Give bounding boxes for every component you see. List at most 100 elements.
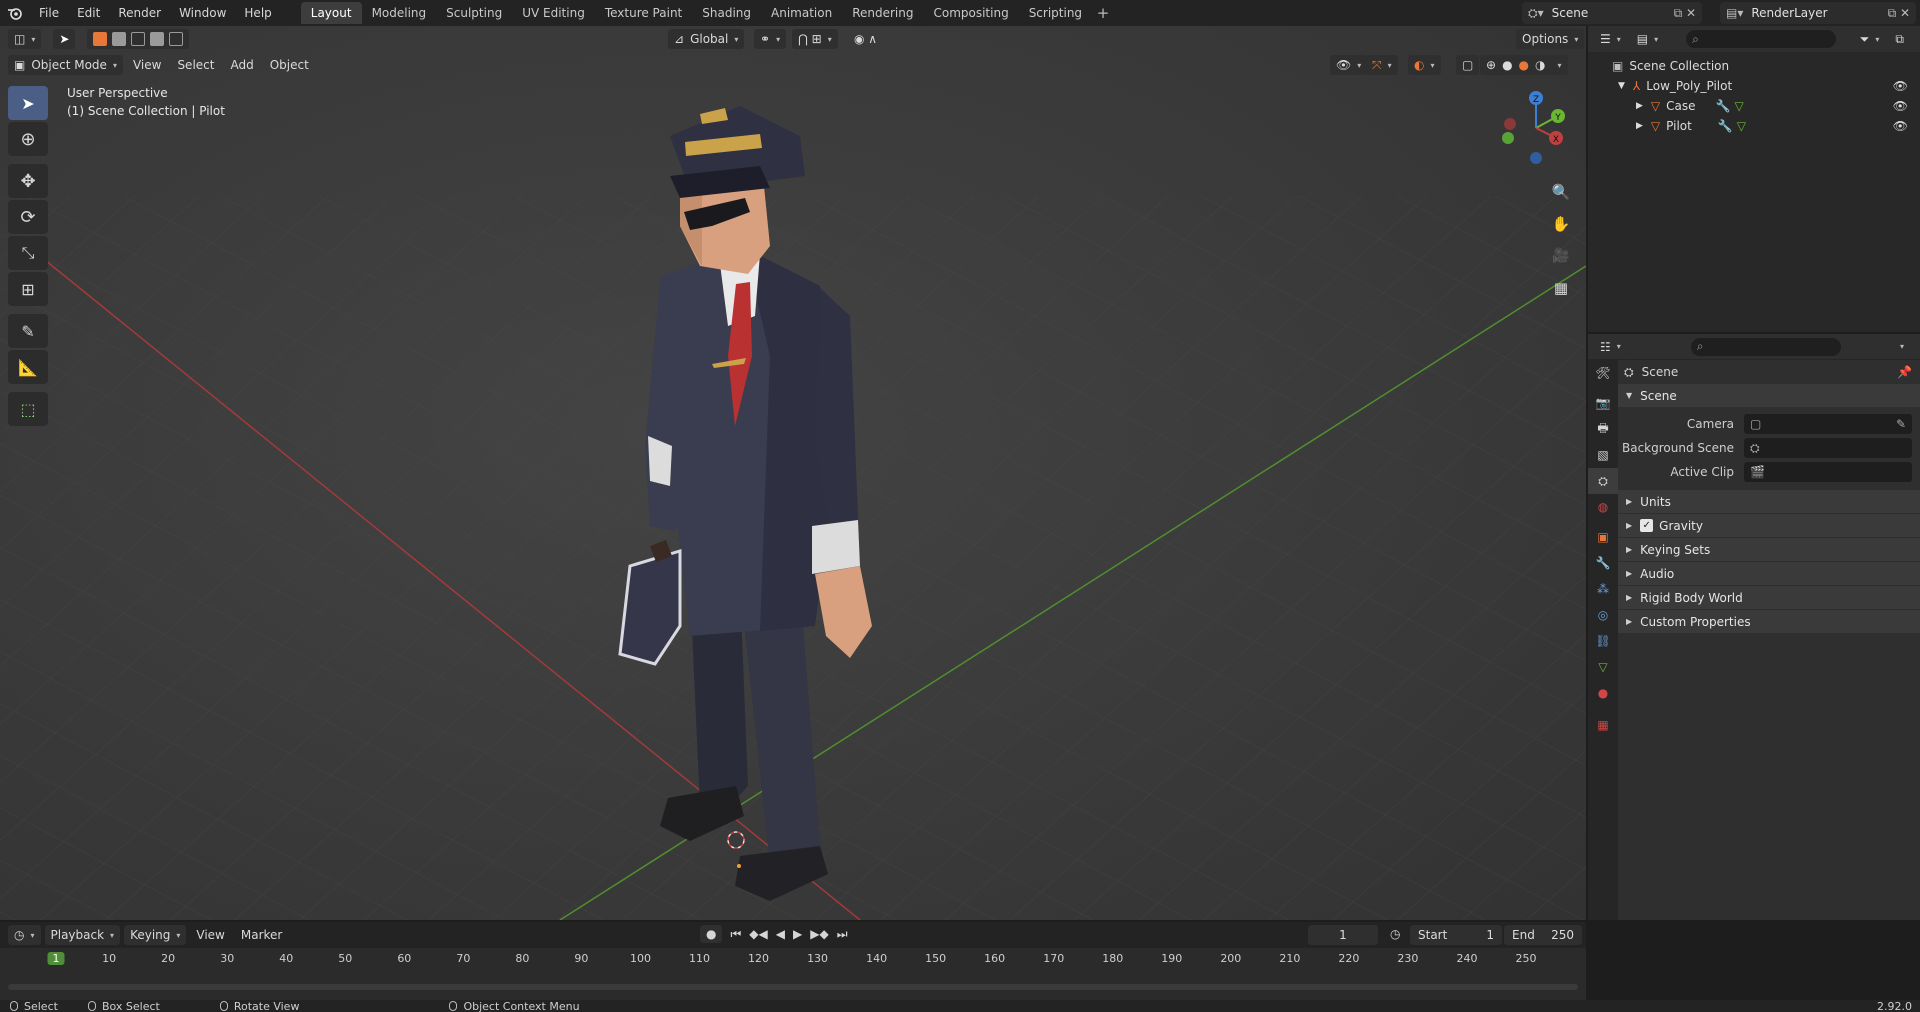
gizmo-toggle[interactable]: ⤧ ▾ (1366, 55, 1398, 75)
select-mode-cursor-button[interactable]: ➤ (53, 29, 76, 49)
menu-window[interactable]: Window (170, 0, 235, 26)
panel-units-header[interactable]: ▶ Units (1618, 490, 1920, 514)
outliner-editor-type[interactable]: ☰ ▾ (1594, 29, 1627, 49)
panel-audio-header[interactable]: ▶ Audio (1618, 562, 1920, 586)
tree-row-pilot[interactable]: ▶ ▽ Pilot 🔧 ▽ 👁 (1588, 116, 1920, 136)
tab-texture[interactable]: ▦ (1588, 712, 1618, 738)
tree-row-low-poly-pilot[interactable]: ▼ ⅄ Low_Poly_Pilot 👁 (1588, 76, 1920, 96)
prev-keyframe-icon[interactable]: ◆◀ (749, 927, 767, 941)
new-collection-button[interactable]: ⧉ (1889, 29, 1910, 49)
timeline-menu-view[interactable]: View (190, 925, 230, 945)
jump-start-icon[interactable]: ⏮ (730, 927, 741, 942)
pan-button[interactable]: ✋ (1547, 210, 1575, 238)
panel-scene-header[interactable]: ▼ Scene (1618, 384, 1920, 408)
tab-modeling[interactable]: Modeling (362, 2, 437, 24)
eyedropper-icon[interactable]: ✎ (1896, 417, 1906, 431)
panel-custom-properties-header[interactable]: ▶ Custom Properties (1618, 610, 1920, 634)
expand-arrow-icon[interactable]: ▶ (1636, 121, 1643, 131)
measure-tool[interactable]: 📐 (8, 350, 48, 384)
outliner-search-input[interactable]: ⌕ (1686, 30, 1837, 48)
menu-add[interactable]: Add (224, 55, 259, 75)
panel-rigid-body-world-header[interactable]: ▶ Rigid Body World (1618, 586, 1920, 610)
scale-tool[interactable]: ⤡ (8, 236, 48, 270)
preview-range-icon[interactable]: ◷ (1390, 927, 1400, 941)
tab-texture-paint[interactable]: Texture Paint (595, 2, 692, 24)
add-workspace-button[interactable]: + (1092, 2, 1114, 24)
tab-compositing[interactable]: Compositing (923, 2, 1018, 24)
tab-view-layer[interactable]: ▧ (1588, 442, 1618, 468)
properties-options-dropdown[interactable]: ▾ (1888, 337, 1910, 357)
menu-object[interactable]: Object (264, 55, 315, 75)
record-icon[interactable]: ● (700, 925, 723, 943)
tab-layout[interactable]: Layout (300, 2, 362, 24)
camera-view-button[interactable]: 🎥 (1547, 242, 1575, 270)
tab-animation[interactable]: Animation (761, 2, 842, 24)
perspective-toggle-button[interactable]: ▦ (1547, 274, 1575, 302)
visibility-eye-icon[interactable]: 👁 (1893, 79, 1908, 93)
shading-mode-buttons[interactable]: ⊕ ● ● ◑ ▾ (1480, 55, 1568, 75)
tab-rendering[interactable]: Rendering (842, 2, 923, 24)
tab-sculpting[interactable]: Sculpting (436, 2, 512, 24)
box-intersect-icon[interactable] (169, 32, 184, 46)
tab-world[interactable]: ◍ (1588, 494, 1618, 520)
camera-field[interactable]: ▢ ✎ (1744, 414, 1912, 434)
tab-scene[interactable]: ⛭ (1588, 468, 1618, 494)
playback-dropdown[interactable]: Playback ▾ (44, 925, 121, 945)
tab-object[interactable]: ▣ (1588, 524, 1618, 550)
expand-arrow-icon[interactable]: ▼ (1618, 81, 1625, 91)
options-dropdown[interactable]: Options ▾ (1516, 29, 1585, 49)
tab-modifiers[interactable]: 🔧 (1588, 550, 1618, 576)
tree-row-case[interactable]: ▶ ▽ Case 🔧 ▽ 👁 (1588, 96, 1920, 116)
keying-dropdown[interactable]: Keying ▾ (124, 925, 187, 945)
rendered-shading-icon[interactable]: ◑ (1535, 58, 1545, 72)
pivot-point-dropdown[interactable]: ⚭ ▾ (754, 29, 787, 49)
end-frame-field[interactable]: End 250 (1504, 925, 1582, 945)
select-box-tool[interactable]: ➤ (8, 86, 48, 120)
box-invert-icon[interactable] (150, 32, 165, 46)
navigation-gizmo[interactable]: Z Y X (1496, 88, 1576, 168)
tab-particles[interactable]: ⁂ (1588, 576, 1618, 602)
tab-render[interactable]: 📷 (1588, 390, 1618, 416)
menu-help[interactable]: Help (235, 0, 280, 26)
visibility-eye-icon[interactable]: 👁 (1893, 119, 1908, 133)
solid-shading-icon[interactable]: ● (1502, 58, 1512, 72)
tree-row-scene-collection[interactable]: ▣ Scene Collection (1588, 56, 1920, 76)
play-icon[interactable]: ▶ (793, 927, 802, 941)
move-tool[interactable]: ✥ (8, 164, 48, 198)
box-subtract-icon[interactable] (131, 32, 146, 46)
timeline-ruler[interactable]: 1 10 20 30 40 50 60 70 80 90 100 110 120 130 140 150 160… (0, 948, 1586, 972)
tab-shading[interactable]: Shading (692, 2, 761, 24)
box-new-icon[interactable] (93, 32, 108, 46)
gravity-checkbox[interactable]: ✓ (1640, 519, 1654, 532)
xray-toggle[interactable]: ▢ (1456, 55, 1480, 75)
timeline-menu-marker[interactable]: Marker (235, 925, 288, 945)
overlay-toggle[interactable]: ◐ ▾ (1408, 55, 1441, 75)
jump-end-icon[interactable]: ⏭ (837, 927, 848, 942)
tab-uv-editing[interactable]: UV Editing (512, 2, 595, 24)
display-mode-dropdown[interactable]: ▤ ▾ (1630, 29, 1665, 49)
box-extend-icon[interactable] (112, 32, 127, 46)
properties-editor-type[interactable]: ☷ ▾ (1594, 336, 1627, 357)
3d-viewport[interactable]: ◫ ▾ ➤ ⊿ Global ▾ ⚭ ▾ ⋂ ⊞ ▾ ◉ ∧ Options ▾… (0, 26, 1586, 920)
tab-tool[interactable]: 🛠 (1588, 360, 1618, 386)
zoom-button[interactable]: 🔍 (1547, 178, 1575, 206)
blender-logo-icon[interactable] (0, 0, 30, 26)
filter-dropdown[interactable]: ⏷ ▾ (1854, 29, 1886, 49)
transform-orientation-dropdown[interactable]: ⊿ Global ▾ (668, 29, 745, 49)
timeline-scrollbar[interactable] (8, 984, 1578, 990)
menu-view[interactable]: View (127, 55, 167, 75)
rotate-tool[interactable]: ⟳ (8, 200, 48, 234)
menu-select[interactable]: Select (171, 55, 220, 75)
panel-keying-sets-header[interactable]: ▶ Keying Sets (1618, 538, 1920, 562)
material-shading-icon[interactable]: ● (1519, 58, 1529, 72)
start-frame-field[interactable]: Start 1 (1410, 925, 1502, 945)
tab-constraints[interactable]: ⛓ (1588, 628, 1618, 654)
visibility-dropdown[interactable]: 👁 ▾ (1330, 55, 1368, 75)
current-frame-field[interactable]: 1 (1308, 925, 1378, 945)
transform-tool[interactable]: ⊞ (8, 272, 48, 306)
selection-mode-buttons[interactable] (87, 29, 190, 49)
timeline-editor-type[interactable]: ◷ ▾ (8, 925, 41, 945)
tab-physics[interactable]: ◎ (1588, 602, 1618, 628)
cursor-tool[interactable]: ⊕ (8, 122, 48, 156)
tab-scripting[interactable]: Scripting (1019, 2, 1092, 24)
